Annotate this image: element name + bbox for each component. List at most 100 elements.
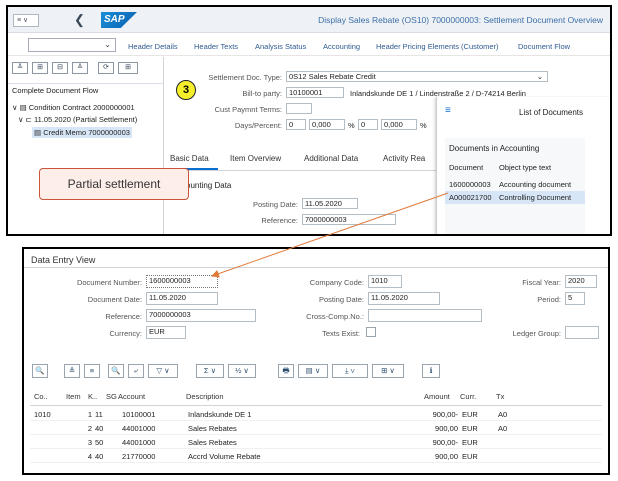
table-row[interactable]: 2 40 44001000 Sales Rebates 900,00 EUR A… — [30, 421, 602, 435]
tree-node-settlement[interactable]: ∨ ⊏ 11.05.2020 (Partial Settlement) — [18, 115, 137, 124]
posting-date-field[interactable]: 11.05.2020 — [302, 198, 358, 209]
chevron-down-icon: ⌄ — [104, 40, 111, 49]
find-icon[interactable]: 🔍 — [108, 364, 124, 378]
shell-bar: ≡ ∨ ❮ SAP Display Sales Rebate (OS10) 70… — [8, 7, 610, 33]
reference-label: Reference: — [105, 312, 142, 321]
cell-key: 11 — [95, 410, 103, 419]
texts-exist-checkbox[interactable] — [366, 327, 376, 337]
collapse-all-button[interactable]: ≙ — [72, 62, 88, 74]
cross-comp-field[interactable] — [368, 309, 482, 322]
subtotal-icon[interactable]: ½ ∨ — [228, 364, 256, 378]
layout-icon[interactable]: ⊞ ∨ — [372, 364, 404, 378]
sort-ascending-icon[interactable]: ≜ — [64, 364, 80, 378]
details-icon[interactable]: 🔍 — [32, 364, 48, 378]
company-code-field[interactable]: 1010 — [368, 275, 402, 288]
menu-button[interactable]: ≡ ∨ — [13, 14, 39, 27]
col-item[interactable]: Item — [66, 392, 81, 401]
cell-account: 10100001 — [122, 410, 156, 419]
table-row[interactable]: 1010 1 11 10100001 Inlandskunde DE 1 900… — [30, 407, 602, 421]
table-row[interactable]: 4 40 21770000 Accrd Volume Rebate 900,00… — [30, 449, 602, 463]
col-account[interactable]: Account — [118, 392, 145, 401]
header-pricing-button[interactable]: Header Pricing Elements (Customer) — [376, 42, 499, 51]
settlement-type-field[interactable]: 0S12 Sales Rebate Credit ⌄ — [286, 71, 548, 82]
reference-field[interactable]: 7000000003 — [146, 309, 256, 322]
toolbar: ⌄ Header Details Header Texts Analysis S… — [8, 34, 610, 56]
expand-all-button[interactable]: ≚ — [12, 62, 28, 74]
cell-currency: EUR — [462, 438, 478, 447]
billto-field[interactable]: 10100001 — [286, 87, 344, 98]
tab-divider — [170, 170, 438, 171]
col-description[interactable]: Description — [186, 392, 224, 401]
col-posting-key[interactable]: K.. — [88, 392, 97, 401]
analysis-status-button[interactable]: Analysis Status — [255, 42, 306, 51]
docs-row[interactable]: 1600000003 Accounting document — [445, 178, 585, 191]
cell-amount: 900,00 — [435, 452, 458, 461]
tab-basic-data[interactable]: Basic Data — [170, 154, 209, 163]
doc-number-field[interactable]: 1600000003 — [146, 275, 218, 288]
docs-row[interactable]: A000021700 Controlling Document — [445, 191, 585, 204]
percent-sign: % — [348, 121, 355, 130]
texts-exist-label: Texts Exist: — [322, 329, 360, 338]
layout-button[interactable]: ⊞ — [118, 62, 138, 74]
cell-amount: 900,00 — [435, 424, 458, 433]
col-sg[interactable]: SG — [106, 392, 117, 401]
posting-date-field[interactable]: 11.05.2020 — [368, 292, 440, 305]
company-code-label: Company Code: — [309, 278, 364, 287]
col-company[interactable]: Co.. — [34, 392, 48, 401]
days2-field[interactable]: 0 — [358, 119, 378, 130]
back-icon[interactable]: ❮ — [74, 12, 85, 28]
accounting-button[interactable]: Accounting — [323, 42, 360, 51]
days-percent-label: Days/Percent: — [234, 121, 282, 130]
info-icon[interactable]: ℹ — [422, 364, 440, 378]
posting-date-label: Posting Date: — [252, 200, 298, 209]
find-next-icon[interactable]: ⤶ — [128, 364, 144, 378]
document-flow-button[interactable]: Document Flow — [518, 42, 570, 51]
ledger-group-field[interactable] — [565, 326, 599, 339]
table-row[interactable]: 3 50 44001000 Sales Rebates 900,00- EUR — [30, 435, 602, 449]
tab-activity[interactable]: Activity Rea — [383, 154, 425, 163]
cell-tax: A0 — [498, 424, 508, 433]
days1-field[interactable]: 0 — [286, 119, 306, 130]
fiscal-year-label: Fiscal Year: — [522, 278, 561, 287]
refresh-button[interactable]: ⟳ — [98, 62, 114, 74]
reference-field[interactable]: 7000000003 — [302, 214, 396, 225]
export-icon[interactable]: ⤓ ∨ — [332, 364, 368, 378]
currency-field[interactable]: EUR — [146, 326, 186, 339]
cross-comp-label: Cross-Comp.No.: — [306, 312, 364, 321]
document-flow-title: Complete Document Flow — [12, 86, 99, 95]
col-amount[interactable]: Amount — [424, 392, 450, 401]
percent1-field[interactable]: 0,000 — [309, 119, 345, 130]
variant-dropdown[interactable]: ⌄ — [28, 38, 116, 52]
header-details-button[interactable]: Header Details — [128, 42, 178, 51]
cell-key: 40 — [95, 452, 104, 461]
tab-item-overview[interactable]: Item Overview — [230, 154, 281, 163]
percent2-field[interactable]: 0,000 — [381, 119, 417, 130]
sum-icon[interactable]: Σ ∨ — [196, 364, 224, 378]
cell-key: 40 — [95, 424, 104, 433]
docs-col-document: Document — [449, 163, 484, 172]
tab-additional-data[interactable]: Additional Data — [304, 154, 358, 163]
fiscal-year-field[interactable]: 2020 — [565, 275, 597, 288]
filter-icon[interactable]: ▽ ∨ — [148, 364, 178, 378]
collapse-button[interactable]: ⊟ — [52, 62, 68, 74]
views-icon[interactable]: ▤ ∨ — [298, 364, 328, 378]
tree-node-credit-memo[interactable]: ▤ Credit Memo 7000000003 — [32, 127, 132, 138]
cell-account: 44001000 — [122, 424, 156, 433]
tree-node-contract[interactable]: ∨ ▤ Condition Contract 2000000001 — [12, 103, 135, 112]
col-currency[interactable]: Curr. — [460, 392, 476, 401]
expand-button[interactable]: ⊞ — [32, 62, 48, 74]
doc-date-field[interactable]: 11.05.2020 — [146, 292, 218, 305]
chevron-down-icon: ⌄ — [536, 72, 543, 81]
settlement-icon: ⊏ — [25, 115, 32, 124]
print-icon[interactable]: 🖶 — [278, 364, 294, 378]
settlement-type-label: Settlement Doc. Type: — [208, 73, 282, 82]
header-texts-button[interactable]: Header Texts — [194, 42, 238, 51]
sort-descending-icon[interactable]: ≡ — [84, 364, 100, 378]
col-tax[interactable]: Tx — [496, 392, 504, 401]
cell-account: 21770000 — [122, 452, 156, 461]
docs-type: Controlling Document — [499, 193, 572, 202]
hamburger-icon[interactable]: ≡ — [445, 105, 451, 116]
period-field[interactable]: 5 — [565, 292, 585, 305]
window-title: Display Sales Rebate (OS10) 7000000003: … — [318, 15, 603, 25]
payment-terms-field[interactable] — [286, 103, 312, 114]
